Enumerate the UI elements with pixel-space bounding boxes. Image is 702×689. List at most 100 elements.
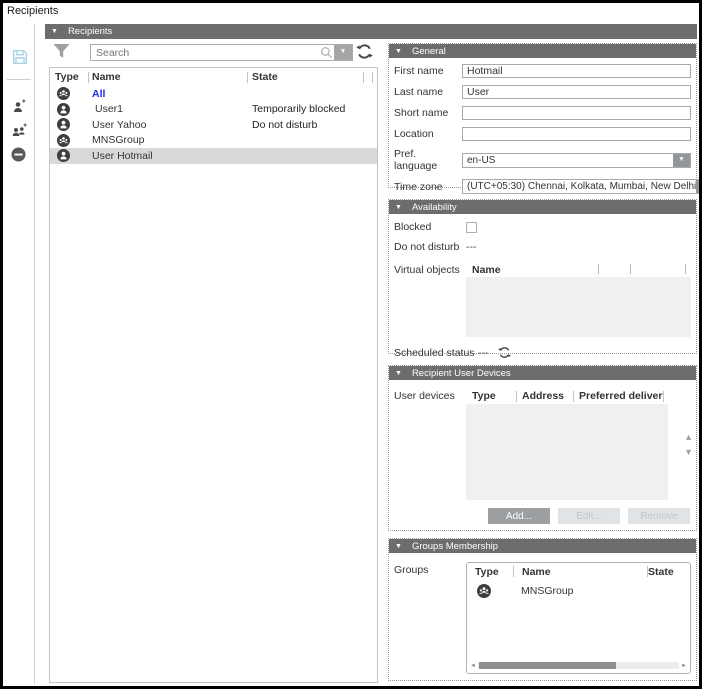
- blocked-label: Blocked: [394, 221, 466, 233]
- list-item-user-hotmail[interactable]: User Hotmail: [50, 148, 377, 164]
- filter-icon[interactable]: [52, 43, 71, 60]
- recipients-list: Type Name State All: [49, 67, 378, 683]
- availability-panel-title: Availability: [412, 202, 457, 213]
- group-icon: [467, 584, 513, 598]
- user-devices-panel-header[interactable]: ▼ Recipient User Devices: [389, 366, 696, 380]
- user-icon: [50, 118, 88, 131]
- column-header-state[interactable]: State: [248, 71, 363, 83]
- toolbar-divider: [7, 79, 31, 80]
- scroll-left-icon[interactable]: ◄: [470, 663, 476, 669]
- group-icon: [50, 87, 88, 100]
- location-field[interactable]: [462, 127, 691, 141]
- list-header-row: Type Name State: [50, 68, 377, 86]
- collapse-triangle-icon: ▼: [51, 28, 58, 35]
- refresh-icon[interactable]: [356, 43, 373, 60]
- column-header-name[interactable]: Name: [514, 566, 647, 578]
- search-options-dropdown[interactable]: ▼: [334, 45, 352, 60]
- short-name-field[interactable]: [462, 106, 691, 120]
- page-title: Recipients: [7, 5, 58, 17]
- general-panel: ▼ General First name Last name Short nam…: [388, 43, 697, 188]
- last-name-field[interactable]: [462, 85, 691, 99]
- location-label: Location: [394, 128, 462, 140]
- add-group-icon[interactable]: [11, 122, 28, 139]
- time-zone-select[interactable]: (UTC+05:30) Chennai, Kolkata, Mumbai, Ne…: [462, 179, 702, 194]
- column-header-name[interactable]: Name: [466, 264, 501, 276]
- do-not-disturb-label: Do not disturb: [394, 241, 466, 253]
- groups-membership-panel-title: Groups Membership: [412, 541, 498, 552]
- list-item-mnsgroup[interactable]: MNSGroup: [50, 133, 377, 149]
- groups-membership-panel-header[interactable]: ▼ Groups Membership: [389, 539, 696, 553]
- device-buttons: Add... Edit... Remove: [488, 508, 690, 524]
- group-row-mnsgroup[interactable]: MNSGroup: [467, 582, 690, 600]
- first-name-label: First name: [394, 65, 462, 77]
- virtual-objects-header-row: Name: [466, 262, 691, 277]
- move-up-icon[interactable]: ▲: [684, 432, 693, 442]
- short-name-label: Short name: [394, 107, 462, 119]
- refresh-icon[interactable]: [498, 346, 511, 359]
- column-header-type[interactable]: Type: [467, 566, 513, 578]
- chevron-down-icon[interactable]: ▼: [673, 154, 690, 167]
- scheduled-status-label: Scheduled status: [394, 347, 478, 359]
- group-name: MNSGroup: [513, 585, 690, 597]
- general-panel-title: General: [412, 46, 446, 57]
- user-devices-table: Type Address Preferred delivery se: [466, 388, 668, 500]
- move-down-icon[interactable]: ▼: [684, 447, 693, 457]
- list-item-user-yahoo[interactable]: User Yahoo Do not disturb: [50, 117, 377, 133]
- first-name-field[interactable]: [462, 64, 691, 78]
- add-user-icon[interactable]: [11, 98, 27, 115]
- user-icon: [50, 149, 88, 162]
- toolbar-separator-line: [34, 24, 35, 684]
- availability-panel-header[interactable]: ▼ Availability: [389, 200, 696, 214]
- column-header-type[interactable]: Type: [466, 390, 516, 402]
- do-not-disturb-value: ---: [466, 241, 477, 253]
- list-item-label: All: [88, 88, 247, 100]
- pref-language-select[interactable]: en-US ▼: [462, 153, 691, 168]
- list-item-user1[interactable]: User1 Temporarily blocked: [50, 102, 377, 118]
- collapse-triangle-icon: ▼: [395, 48, 402, 55]
- scrollbar-track[interactable]: [478, 662, 679, 669]
- group-icon: [50, 134, 88, 147]
- blocked-checkbox[interactable]: [466, 222, 477, 233]
- scheduled-status-value: ---: [478, 347, 489, 359]
- list-item-all[interactable]: All: [50, 86, 377, 102]
- list-item-label: User Hotmail: [88, 150, 247, 162]
- column-header-state[interactable]: State: [648, 566, 690, 578]
- scroll-right-icon[interactable]: ►: [681, 663, 687, 669]
- column-header-name[interactable]: Name: [89, 71, 247, 83]
- virtual-objects-table: Name: [466, 262, 691, 337]
- groups-table: Type Name State MNSGro: [466, 562, 691, 674]
- collapse-triangle-icon: ▼: [395, 370, 402, 377]
- remove-button[interactable]: Remove: [628, 508, 690, 524]
- column-header-preferred-delivery[interactable]: Preferred delivery se: [574, 390, 663, 402]
- search-icon: [320, 46, 333, 59]
- pref-language-value: en-US: [463, 154, 673, 167]
- reorder-arrows: ▲ ▼: [684, 432, 693, 457]
- user-devices-panel-title: Recipient User Devices: [412, 368, 511, 379]
- list-item-label: MNSGroup: [88, 134, 247, 146]
- search-input[interactable]: [90, 44, 353, 61]
- scrollbar-thumb[interactable]: [479, 662, 616, 669]
- column-header-address[interactable]: Address: [517, 390, 573, 402]
- remove-icon[interactable]: [11, 147, 26, 162]
- edit-button[interactable]: Edit...: [558, 508, 620, 524]
- virtual-objects-body: [466, 277, 691, 337]
- time-zone-label: Time zone: [394, 181, 462, 193]
- list-item-state: Temporarily blocked: [247, 103, 377, 115]
- recipients-section-header[interactable]: ▼ Recipients: [45, 24, 697, 39]
- add-button[interactable]: Add...: [488, 508, 550, 524]
- user-devices-body: [466, 404, 668, 500]
- virtual-objects-label: Virtual objects: [394, 262, 466, 276]
- recipients-section-title: Recipients: [68, 26, 112, 37]
- column-header-type[interactable]: Type: [50, 71, 88, 83]
- groups-label: Groups: [394, 562, 466, 576]
- user-devices-header-row: Type Address Preferred delivery se: [466, 388, 668, 404]
- general-panel-header[interactable]: ▼ General: [389, 44, 696, 58]
- collapse-triangle-icon: ▼: [395, 543, 402, 550]
- save-icon[interactable]: [11, 48, 29, 66]
- recipients-window: Recipients: [0, 0, 702, 689]
- groups-header-row: Type Name State: [467, 563, 690, 580]
- list-item-label: User1: [88, 103, 247, 115]
- search-box: ▼: [90, 44, 353, 61]
- chevron-down-icon[interactable]: ▼: [696, 180, 702, 193]
- user-devices-panel: ▼ Recipient User Devices User devices Ty…: [388, 365, 697, 531]
